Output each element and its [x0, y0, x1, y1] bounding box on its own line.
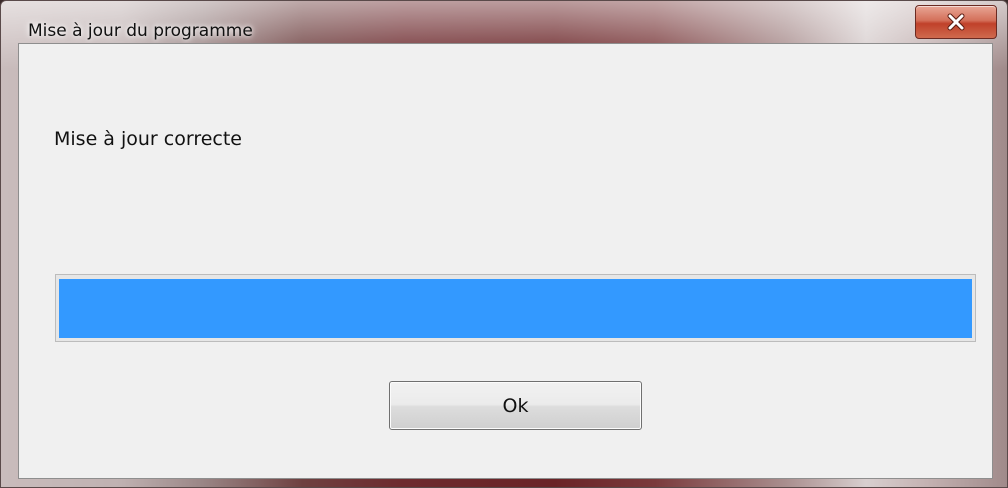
progress-fill — [59, 279, 972, 338]
dialog-content: Mise à jour correcte Ok — [18, 43, 993, 479]
window-title: Mise à jour du programme — [28, 21, 253, 41]
close-button[interactable] — [915, 5, 997, 39]
progress-bar — [55, 274, 976, 342]
status-message: Mise à jour correcte — [54, 128, 242, 150]
ok-button[interactable]: Ok — [389, 381, 642, 430]
title-bar[interactable]: Mise à jour du programme — [1, 1, 1007, 41]
close-icon — [947, 13, 965, 31]
dialog-window: Mise à jour du programme Mise à jour cor… — [0, 0, 1008, 488]
